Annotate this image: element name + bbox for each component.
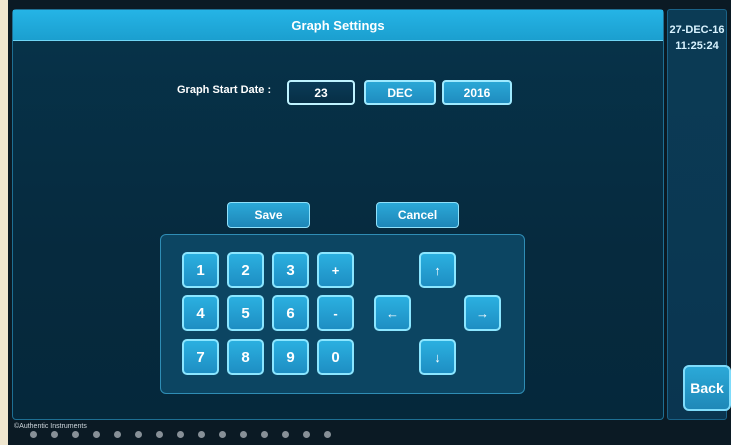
vent-dot xyxy=(324,431,331,438)
copyright-text: ©Authentic Instruments xyxy=(14,423,87,430)
keypad-panel: 1 2 3 + 4 5 6 - 7 8 9 0 ↑ ← → ↓ xyxy=(160,234,525,394)
key-2[interactable]: 2 xyxy=(227,252,264,288)
vent-dot xyxy=(51,431,58,438)
back-button[interactable]: Back xyxy=(683,365,731,411)
key-0[interactable]: 0 xyxy=(317,339,354,375)
vent-dot xyxy=(156,431,163,438)
key-5[interactable]: 5 xyxy=(227,295,264,331)
key-8[interactable]: 8 xyxy=(227,339,264,375)
vent-dot xyxy=(177,431,184,438)
year-field[interactable]: 2016 xyxy=(442,80,512,105)
vent-dot xyxy=(282,431,289,438)
clock-time: 11:25:24 xyxy=(675,40,719,52)
day-field[interactable]: 23 xyxy=(287,80,355,105)
key-minus[interactable]: - xyxy=(317,295,354,331)
key-4[interactable]: 4 xyxy=(182,295,219,331)
page-title: Graph Settings xyxy=(13,10,663,41)
key-1[interactable]: 1 xyxy=(182,252,219,288)
arrow-down-button[interactable]: ↓ xyxy=(419,339,456,375)
main-screen: Graph Settings Graph Start Date : 23 DEC… xyxy=(12,9,664,420)
vent-dot xyxy=(135,431,142,438)
key-7[interactable]: 7 xyxy=(182,339,219,375)
cancel-button[interactable]: Cancel xyxy=(376,202,459,228)
vent-dot xyxy=(198,431,205,438)
save-button[interactable]: Save xyxy=(227,202,310,228)
month-field[interactable]: DEC xyxy=(364,80,436,105)
key-3[interactable]: 3 xyxy=(272,252,309,288)
key-6[interactable]: 6 xyxy=(272,295,309,331)
vent-dot xyxy=(114,431,121,438)
speaker-vents xyxy=(30,431,331,438)
vent-dot xyxy=(72,431,79,438)
arrow-up-button[interactable]: ↑ xyxy=(419,252,456,288)
key-9[interactable]: 9 xyxy=(272,339,309,375)
start-date-label: Graph Start Date : xyxy=(177,84,272,96)
vent-dot xyxy=(303,431,310,438)
key-plus[interactable]: + xyxy=(317,252,354,288)
clock-date: 27-DEC-16 xyxy=(669,24,725,36)
vent-dot xyxy=(261,431,268,438)
status-sidebar: 27-DEC-16 11:25:24 xyxy=(667,9,727,420)
vent-dot xyxy=(219,431,226,438)
vent-dot xyxy=(30,431,37,438)
clock-display: 27-DEC-16 11:25:24 xyxy=(668,22,726,54)
vent-dot xyxy=(240,431,247,438)
vent-dot xyxy=(93,431,100,438)
arrow-right-button[interactable]: → xyxy=(464,295,501,331)
arrow-left-button[interactable]: ← xyxy=(374,295,411,331)
